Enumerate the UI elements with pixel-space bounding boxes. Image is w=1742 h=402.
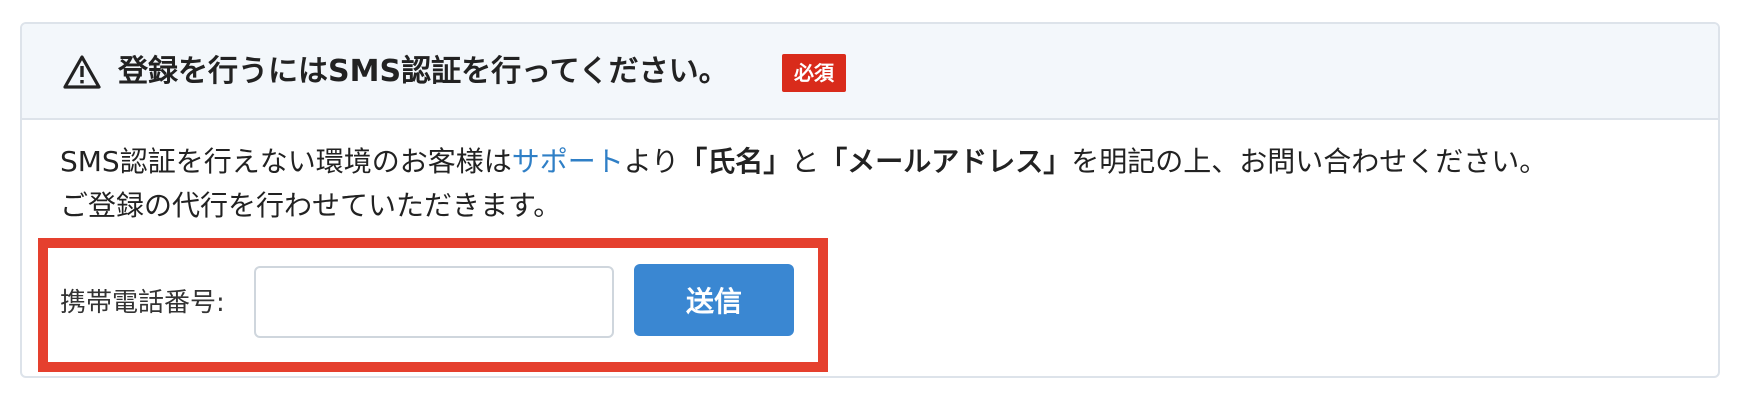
phone-input[interactable] — [254, 266, 614, 338]
notice-line-1: SMS認証を行えない環境のお客様はサポートより「氏名」と「メールアドレス」を明記… — [60, 140, 1547, 184]
warning-triangle-icon — [63, 55, 101, 89]
notice-text-end: を明記の上、お問い合わせください。 — [1071, 145, 1548, 178]
name-quote: 「氏名」 — [679, 145, 792, 178]
header-title: 登録を行うにはSMS認証を行ってください。 — [118, 54, 729, 89]
notice-text-after-link: より — [623, 145, 680, 178]
notice-text: SMS認証を行えない環境のお客様はサポートより「氏名」と「メールアドレス」を明記… — [60, 140, 1547, 228]
support-link[interactable]: サポート — [512, 145, 624, 178]
notice-line-2: ご登録の代行を行わせていただきます。 — [60, 189, 562, 222]
notice-connector: と — [791, 145, 820, 178]
notice-text-before-link: SMS認証を行えない環境のお客様は — [60, 145, 512, 178]
phone-label: 携帯電話番号: — [60, 288, 225, 318]
email-quote: 「メールアドレス」 — [819, 145, 1072, 178]
required-badge: 必須 — [782, 54, 846, 92]
panel-header: 登録を行うにはSMS認証を行ってください。 必須 — [22, 24, 1718, 120]
submit-button[interactable]: 送信 — [634, 264, 794, 336]
